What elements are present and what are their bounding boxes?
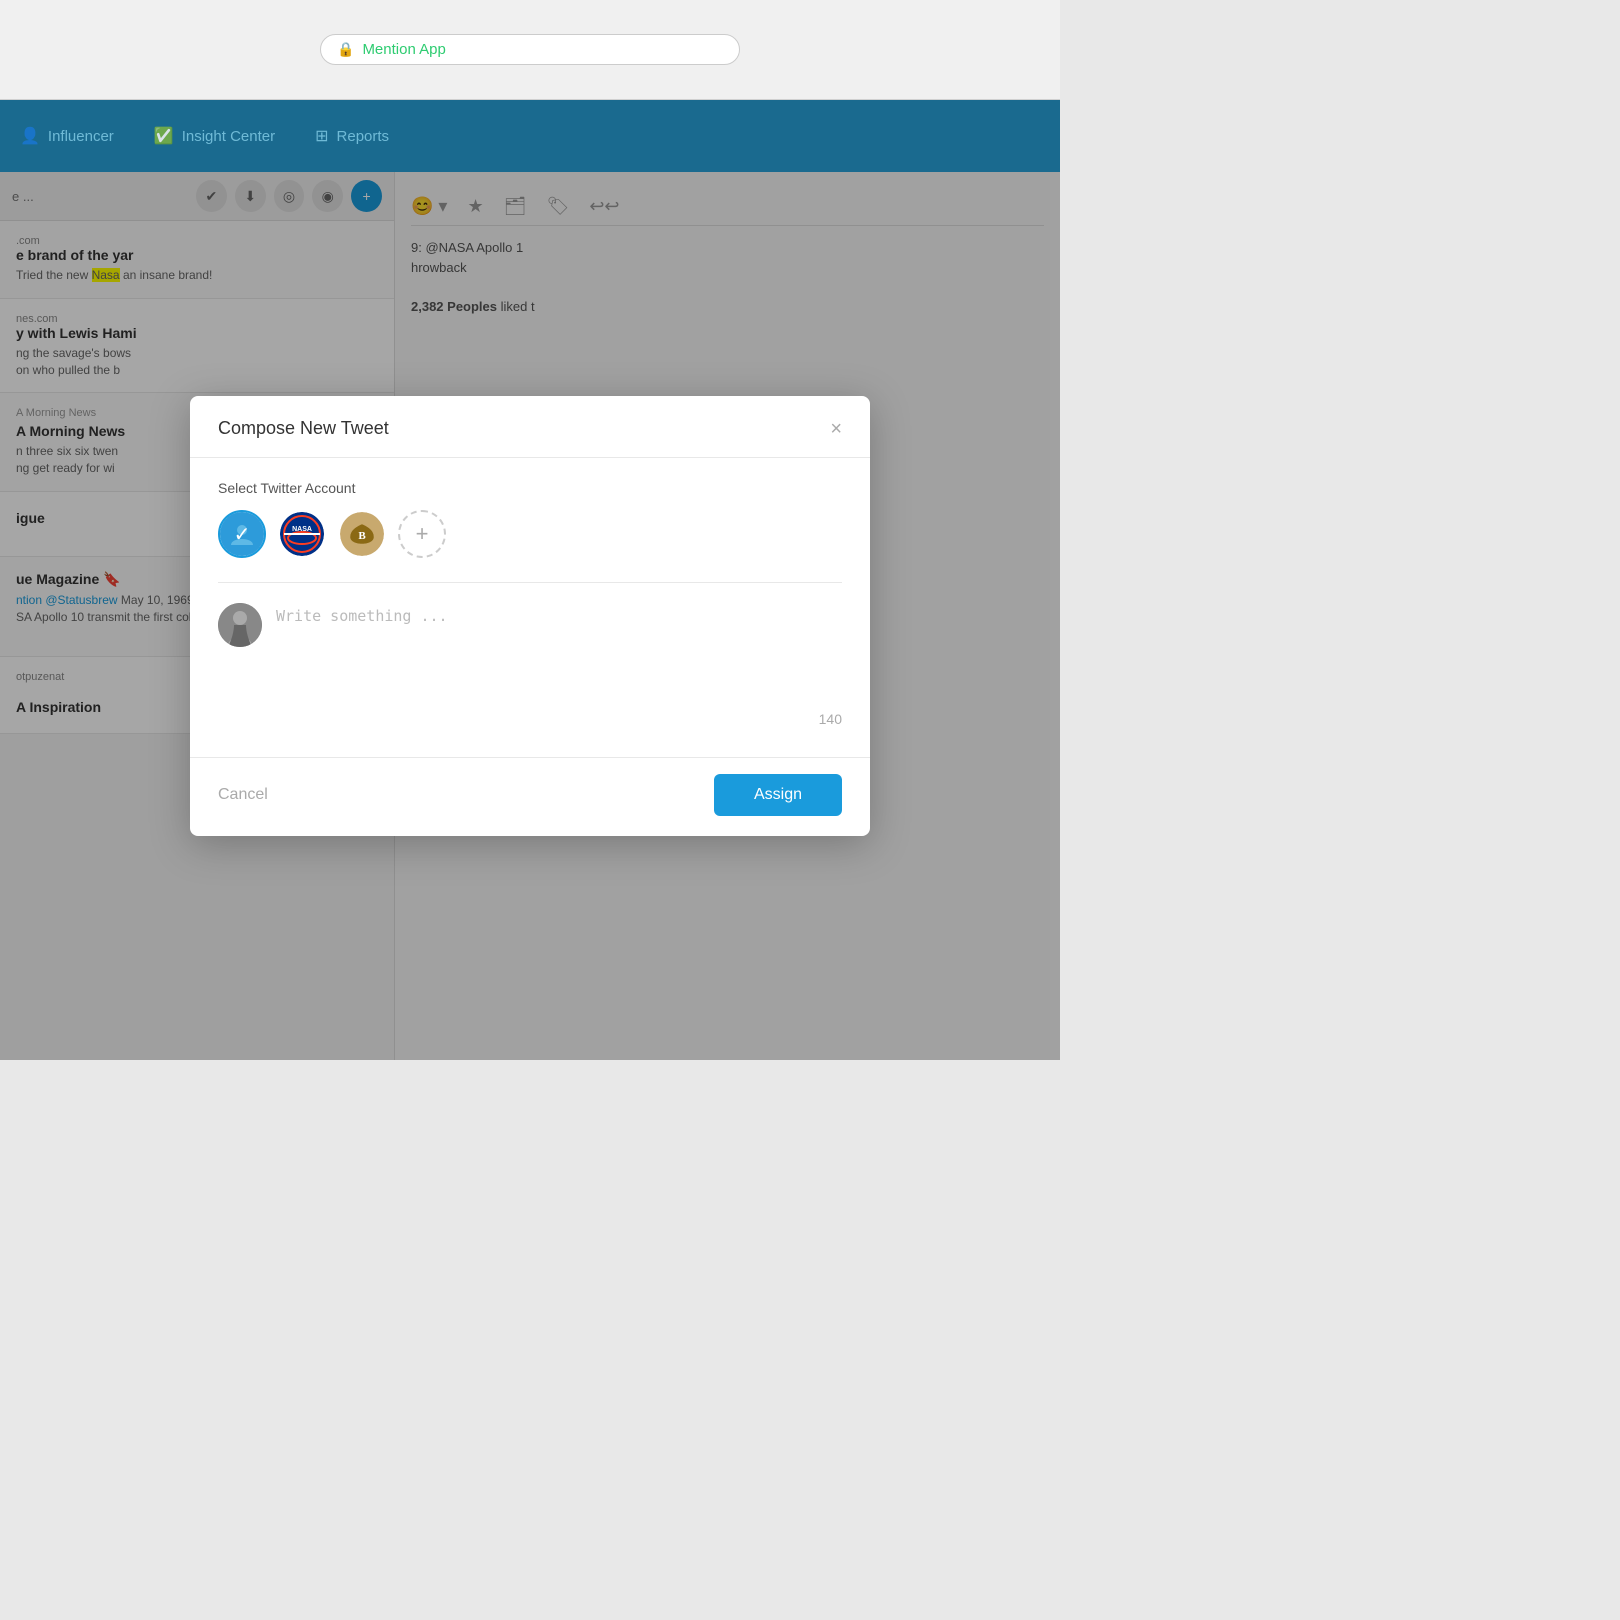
char-count: 140	[218, 703, 842, 735]
select-account-label: Select Twitter Account	[218, 480, 842, 496]
modal-footer: Cancel Assign	[190, 757, 870, 836]
browser-chrome: 🔒 Mention App	[0, 0, 1060, 100]
person-icon: 👤	[20, 126, 40, 146]
address-bar: 🔒 Mention App	[320, 34, 740, 65]
divider	[218, 582, 842, 583]
user-avatar	[218, 603, 262, 647]
account-avatar-selected[interactable]: ✓	[218, 510, 266, 558]
content-area: ✔ ⬇ ◎ ◉ + .com e brand of the yar Tried …	[0, 172, 1060, 1060]
nav-label-reports: Reports	[337, 128, 390, 145]
modal-body: Select Twitter Account ✓	[190, 458, 870, 757]
twitter-accounts: ✓ NASA	[218, 510, 842, 558]
selected-check-icon: ✓	[220, 512, 264, 556]
modal-header: Compose New Tweet ×	[190, 396, 870, 458]
compose-input[interactable]	[276, 603, 842, 683]
modal-title: Compose New Tweet	[218, 418, 389, 439]
compose-area	[218, 603, 842, 703]
compose-modal: Compose New Tweet × Select Twitter Accou…	[190, 396, 870, 836]
nav-label-insight-center: Insight Center	[182, 128, 275, 145]
nav-item-insight-center[interactable]: ✅ Insight Center	[154, 126, 275, 146]
svg-text:B: B	[358, 530, 366, 542]
close-button[interactable]: ×	[830, 419, 842, 439]
app-container: 👤 Influencer ✅ Insight Center ⊞ Reports …	[0, 100, 1060, 1060]
check-circle-icon: ✅	[154, 126, 174, 146]
address-text: Mention App	[362, 41, 445, 58]
cancel-button[interactable]: Cancel	[218, 786, 268, 804]
nav-item-influencer[interactable]: 👤 Influencer	[20, 126, 114, 146]
grid-icon: ⊞	[315, 126, 328, 146]
account-avatar-bentley[interactable]: B	[338, 510, 386, 558]
top-nav: 👤 Influencer ✅ Insight Center ⊞ Reports	[0, 100, 1060, 172]
nav-item-reports[interactable]: ⊞ Reports	[315, 126, 389, 146]
add-account-button[interactable]: +	[398, 510, 446, 558]
lock-icon: 🔒	[337, 41, 354, 58]
nav-label-influencer: Influencer	[48, 128, 114, 145]
assign-button[interactable]: Assign	[714, 774, 842, 816]
account-avatar-nasa[interactable]: NASA	[278, 510, 326, 558]
modal-overlay: Compose New Tweet × Select Twitter Accou…	[0, 172, 1060, 1060]
